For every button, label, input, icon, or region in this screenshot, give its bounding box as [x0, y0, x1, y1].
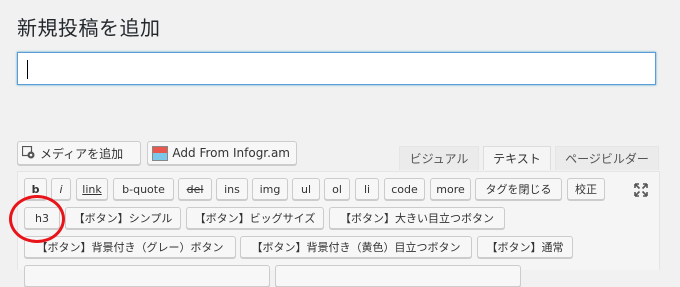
qt-close-tags-button[interactable]: タグを閉じる [475, 178, 562, 200]
tab-text[interactable]: テキスト [483, 146, 551, 170]
qt-button-bg-yellow[interactable]: 【ボタン】背景付き（黄色）目立つボタン [240, 236, 472, 258]
post-title-input[interactable] [17, 52, 656, 85]
qt-button-bg-gray[interactable]: 【ボタン】背景付き（グレー）ボタン [24, 236, 236, 258]
qt-italic-button[interactable]: i [51, 178, 71, 200]
qt-link-button[interactable]: link [76, 178, 108, 200]
page-title: 新規投稿を追加 [17, 16, 161, 40]
add-media-label: メディアを追加 [40, 146, 124, 161]
qt-del-button[interactable]: del [178, 178, 212, 200]
qt-li-button[interactable]: li [355, 178, 379, 200]
add-infogram-label: Add From Infogr.am [172, 146, 290, 160]
add-media-button[interactable]: メディアを追加 [17, 141, 141, 165]
add-infogram-button[interactable]: Add From Infogr.am [147, 141, 297, 165]
qt-row4-button-1[interactable] [24, 265, 270, 287]
infogram-icon [152, 145, 169, 161]
qt-bold-button[interactable]: b [24, 178, 47, 200]
qt-ins-button[interactable]: ins [216, 178, 248, 200]
qt-more-button[interactable]: more [430, 178, 471, 200]
qt-proofread-button[interactable]: 校正 [567, 178, 605, 200]
qt-ol-button[interactable]: ol [324, 178, 350, 200]
qt-button-normal[interactable]: 【ボタン】通常 [477, 236, 573, 258]
tab-text-label: テキスト [493, 152, 541, 166]
qt-button-large-prominent[interactable]: 【ボタン】大きい目立つボタン [329, 207, 505, 229]
qt-img-button[interactable]: img [252, 178, 288, 200]
tab-visual-label: ビジュアル [409, 152, 469, 166]
qt-row4-button-2[interactable] [275, 265, 521, 287]
tab-visual[interactable]: ビジュアル [399, 146, 479, 170]
qt-button-big[interactable]: 【ボタン】ビッグサイズ [186, 207, 324, 229]
qt-code-button[interactable]: code [384, 178, 425, 200]
media-icon [21, 145, 36, 160]
qt-blockquote-button[interactable]: b-quote [113, 178, 174, 200]
qt-button-simple[interactable]: 【ボタン】シンプル [65, 207, 181, 229]
qt-h3-button[interactable]: h3 [24, 207, 60, 229]
fullscreen-icon[interactable] [634, 182, 648, 197]
qt-ul-button[interactable]: ul [292, 178, 320, 200]
tab-page-builder-label: ページビルダー [565, 152, 649, 166]
text-caret [27, 60, 28, 79]
tab-page-builder[interactable]: ページビルダー [555, 146, 659, 170]
